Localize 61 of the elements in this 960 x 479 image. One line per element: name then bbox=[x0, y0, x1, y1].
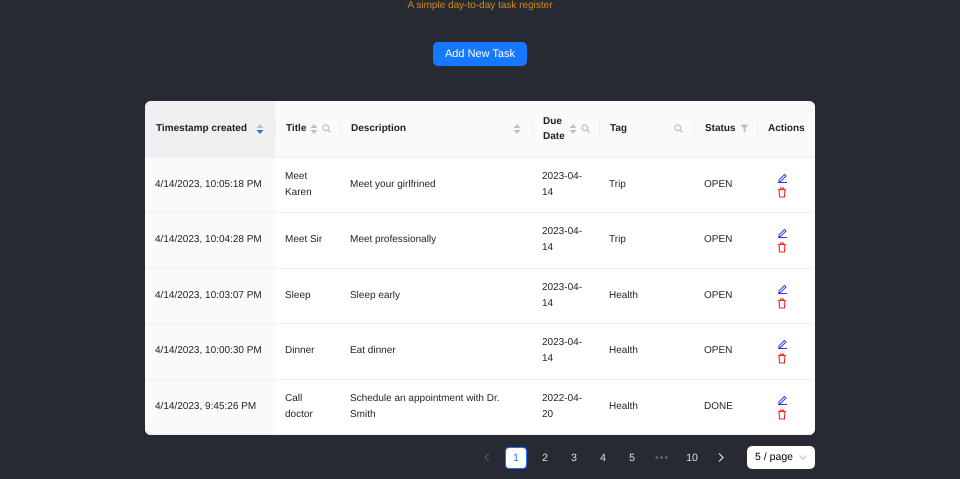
column-header: Due Date bbox=[543, 114, 565, 144]
ellipsis: ••• bbox=[654, 450, 670, 466]
column-header: Actions bbox=[768, 122, 805, 136]
title-text: Meet Karen bbox=[285, 170, 312, 198]
add-task-button[interactable]: Add New Task bbox=[432, 42, 528, 66]
due-date-text: 2022-04-20 bbox=[542, 392, 582, 420]
trash-icon[interactable] bbox=[777, 186, 787, 198]
description-text: Meet professionally bbox=[350, 234, 436, 246]
page-button[interactable]: 3 bbox=[563, 446, 586, 468]
page-button[interactable]: 2 bbox=[534, 446, 556, 468]
status-text: OPEN bbox=[704, 234, 732, 246]
due-date-text: 2023-04-14 bbox=[542, 226, 582, 254]
sort-icon[interactable] bbox=[256, 122, 264, 135]
status-text: OPEN bbox=[704, 345, 732, 356]
status-text: OPEN bbox=[704, 178, 732, 190]
chevron-left-icon bbox=[484, 453, 490, 462]
column-header: Timestamp created bbox=[156, 122, 248, 136]
tag-text: Trip bbox=[609, 234, 626, 246]
due-date-text: 2023-04-14 bbox=[542, 282, 582, 309]
edit-icon[interactable] bbox=[776, 338, 788, 350]
timestamp-text: 4/14/2023, 10:05:18 PM bbox=[155, 178, 262, 190]
chevron-down-icon bbox=[799, 455, 807, 460]
timestamp-text: 4/14/2023, 9:45:26 PM bbox=[155, 400, 256, 412]
timestamp-text: 4/14/2023, 10:04:28 PM bbox=[155, 234, 262, 246]
trash-icon[interactable] bbox=[777, 242, 787, 254]
status-text: OPEN bbox=[704, 290, 732, 301]
tag-text: Trip bbox=[609, 178, 626, 190]
description-text: Meet your girlfrined bbox=[350, 178, 436, 190]
edit-icon[interactable] bbox=[776, 172, 788, 183]
due-date-text: 2023-04-14 bbox=[542, 170, 582, 198]
due-date-text: 2023-04-14 bbox=[542, 337, 582, 364]
chevron-right-icon bbox=[718, 453, 724, 462]
title-text: Call doctor bbox=[285, 392, 313, 420]
trash-icon[interactable] bbox=[777, 408, 787, 420]
title-text: Sleep bbox=[285, 290, 311, 301]
page-button[interactable]: 5 bbox=[621, 446, 644, 468]
edit-icon[interactable] bbox=[776, 394, 788, 405]
page-size-select[interactable]: 5 / page bbox=[747, 446, 815, 469]
description-text: Schedule an appointment with Dr. Smith bbox=[350, 392, 500, 420]
subtitle: A simple day-to-day task register bbox=[407, 0, 553, 12]
column-header: Tag bbox=[610, 122, 628, 136]
tag-text: Health bbox=[609, 400, 638, 412]
column-header: Title bbox=[286, 122, 306, 136]
edit-icon[interactable] bbox=[776, 227, 788, 238]
description-text: Sleep early bbox=[350, 290, 400, 301]
page-button[interactable]: 1 bbox=[505, 446, 528, 468]
title-text: Meet Sir bbox=[285, 234, 322, 246]
description-text: Eat dinner bbox=[350, 345, 396, 356]
trash-icon[interactable] bbox=[777, 353, 787, 364]
trash-icon[interactable] bbox=[777, 298, 787, 309]
status-text: DONE bbox=[704, 400, 733, 412]
page-button[interactable]: 10 bbox=[681, 446, 704, 468]
edit-icon[interactable] bbox=[776, 282, 788, 294]
column-header: Description bbox=[351, 122, 408, 136]
page-button[interactable]: 4 bbox=[592, 446, 614, 468]
timestamp-text: 4/14/2023, 10:00:30 PM bbox=[155, 345, 262, 356]
column-header: Status bbox=[705, 122, 736, 136]
timestamp-text: 4/14/2023, 10:03:07 PM bbox=[155, 290, 262, 301]
tag-text: Health bbox=[609, 345, 638, 356]
tag-text: Health bbox=[609, 290, 638, 301]
title-text: Dinner bbox=[285, 345, 314, 356]
